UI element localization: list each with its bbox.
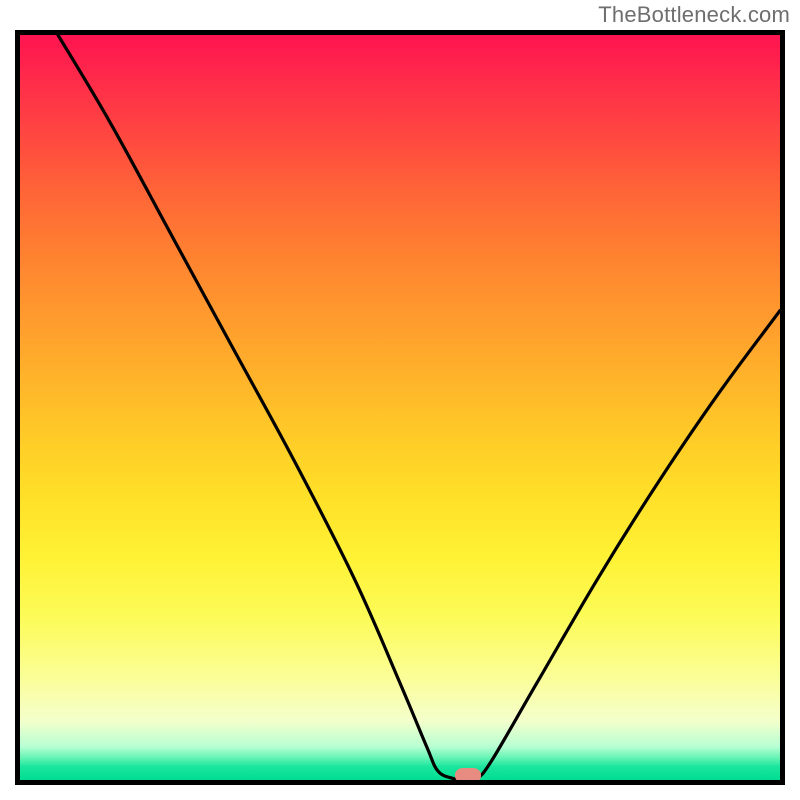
- min-marker: [455, 768, 481, 783]
- attribution-text: TheBottleneck.com: [598, 2, 790, 28]
- chart-frame: TheBottleneck.com: [0, 0, 800, 800]
- bottleneck-curve: [20, 35, 780, 780]
- plot-area: [15, 30, 785, 785]
